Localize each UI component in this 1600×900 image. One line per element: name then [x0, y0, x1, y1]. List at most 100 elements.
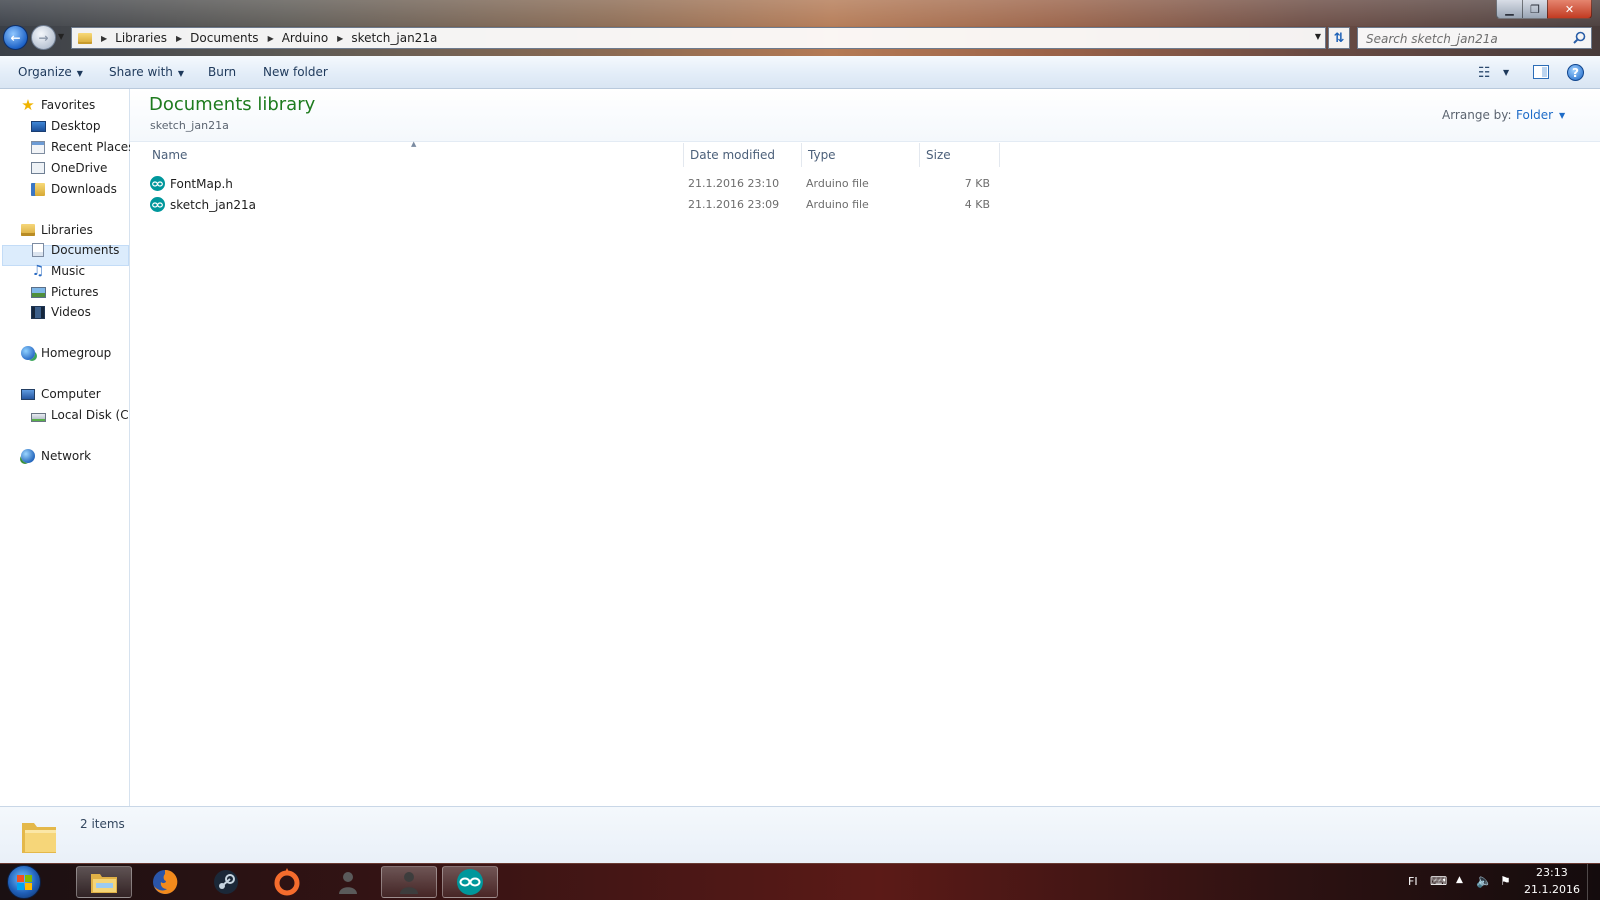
arrange-by-dropdown[interactable]: Folder: [1516, 108, 1553, 122]
volume-icon[interactable]: 🔈: [1476, 874, 1492, 889]
search-box[interactable]: [1357, 27, 1592, 50]
recent-places-icon: [30, 139, 46, 155]
column-header-date-modified[interactable]: Date modified: [684, 143, 802, 167]
nav-item-recent-places[interactable]: Recent Places: [30, 137, 134, 157]
column-header-label: Size: [926, 148, 951, 162]
taskbar-steam[interactable]: [198, 866, 254, 898]
homegroup-icon: [20, 345, 36, 361]
keyboard-icon[interactable]: ⌨: [1430, 874, 1447, 888]
file-date-modified: 21.1.2016 23:09: [688, 198, 780, 211]
nav-item-computer[interactable]: Computer: [20, 384, 101, 404]
breadcrumb-arrow-icon[interactable]: ▶: [337, 34, 343, 43]
library-header: Documents library sketch_jan21a Arrange …: [130, 89, 1600, 142]
search-icon[interactable]: [1573, 31, 1586, 44]
nav-item-videos[interactable]: Videos: [30, 302, 91, 322]
recent-pages-button[interactable]: ▼: [58, 32, 67, 42]
nav-item-desktop[interactable]: Desktop: [30, 116, 101, 136]
nav-item-favorites[interactable]: ★ Favorites: [20, 95, 95, 115]
taskbar-user-app[interactable]: [320, 866, 376, 898]
share-with-button[interactable]: Share with ▼: [109, 65, 184, 79]
search-input[interactable]: [1364, 28, 1568, 50]
column-header-name[interactable]: Name: [146, 143, 684, 167]
clock-time[interactable]: 23:13: [1536, 866, 1568, 879]
breadcrumb-arrow-icon[interactable]: ▶: [268, 34, 274, 43]
desktop-icon: [30, 118, 46, 134]
back-button[interactable]: ←: [3, 25, 28, 50]
star-icon: ★: [21, 96, 35, 114]
burn-button[interactable]: Burn: [208, 65, 236, 79]
show-hidden-icons-icon[interactable]: ▲: [1456, 875, 1463, 885]
taskbar-origin[interactable]: [259, 866, 315, 898]
libraries-icon: [20, 222, 36, 238]
file-name-cell[interactable]: FontMap.h: [150, 173, 233, 194]
nav-item-network[interactable]: Network: [20, 446, 91, 466]
windows-logo-icon: [17, 883, 24, 890]
user-silhouette-icon: [400, 872, 418, 894]
taskbar-explorer[interactable]: [76, 866, 132, 898]
breadcrumb-sketch[interactable]: sketch_jan21a: [351, 31, 437, 45]
column-header-type[interactable]: Type: [802, 143, 920, 167]
taskbar-user-app-2[interactable]: [381, 866, 437, 898]
nav-label: Desktop: [51, 119, 101, 133]
taskbar: FI ⌨ ▲ 🔈 ⚑ 23:13 21.1.2016: [0, 863, 1600, 900]
nav-item-documents[interactable]: Documents: [30, 240, 119, 260]
nav-item-music[interactable]: ♫ Music: [30, 261, 85, 281]
column-header-size[interactable]: Size: [920, 143, 1000, 167]
videos-icon: [30, 304, 46, 320]
chevron-down-icon[interactable]: ▼: [1559, 111, 1565, 120]
start-button[interactable]: [7, 865, 41, 899]
view-options-chevron-icon[interactable]: ▼: [1503, 68, 1509, 77]
minimize-button[interactable]: ▁: [1496, 0, 1523, 19]
details-pane: 2 items: [0, 806, 1600, 863]
item-count: 2 items: [80, 817, 125, 831]
breadcrumb-arduino[interactable]: Arduino: [282, 31, 328, 45]
taskbar-arduino[interactable]: [442, 866, 498, 898]
file-list-pane: Documents library sketch_jan21a Arrange …: [130, 89, 1600, 806]
file-type: Arduino file: [806, 177, 869, 190]
language-indicator[interactable]: FI: [1408, 875, 1418, 888]
nav-item-local-disk[interactable]: Local Disk (C:): [30, 405, 137, 425]
breadcrumb-libraries[interactable]: Libraries: [115, 31, 167, 45]
change-view-button[interactable]: ☷: [1478, 65, 1491, 81]
documents-icon: [30, 242, 46, 258]
arduino-file-icon: [150, 176, 165, 191]
restore-icon: ❐: [1530, 2, 1540, 16]
file-date-modified: 21.1.2016 23:10: [688, 177, 780, 190]
breadcrumb-arrow-icon[interactable]: ▶: [101, 34, 107, 43]
chevron-down-icon: ▼: [177, 69, 185, 78]
address-history-dropdown-icon[interactable]: ▼: [1315, 32, 1321, 41]
breadcrumb-documents[interactable]: Documents: [190, 31, 258, 45]
preview-pane-button[interactable]: [1533, 65, 1549, 79]
steam-icon: [214, 870, 238, 894]
show-desktop-button[interactable]: [1587, 864, 1600, 900]
nav-label: Documents: [51, 243, 120, 257]
nav-item-pictures[interactable]: Pictures: [30, 282, 99, 302]
help-button[interactable]: ?: [1567, 64, 1584, 81]
taskbar-firefox[interactable]: [137, 866, 193, 898]
file-row[interactable]: sketch_jan21a 21.1.2016 23:09 Arduino fi…: [146, 194, 1141, 215]
file-row[interactable]: FontMap.h 21.1.2016 23:10 Arduino file 7…: [146, 173, 1141, 194]
maximize-button[interactable]: ❐: [1522, 0, 1548, 19]
column-header-label: Date modified: [690, 148, 776, 162]
minimize-icon: ▁: [1505, 2, 1514, 16]
file-name-cell[interactable]: sketch_jan21a: [150, 194, 256, 215]
nav-item-downloads[interactable]: Downloads: [30, 179, 117, 199]
action-center-flag-icon[interactable]: ⚑: [1500, 874, 1511, 888]
close-button[interactable]: ✕: [1547, 0, 1592, 19]
new-folder-button[interactable]: New folder: [263, 65, 328, 79]
organize-button[interactable]: Organize ▼: [18, 65, 83, 79]
arrange-by-label: Arrange by:: [1442, 108, 1512, 122]
address-bar[interactable]: ▶ Libraries ▶ Documents ▶ Arduino ▶ sket…: [71, 27, 1326, 49]
share-with-label: Share with: [109, 65, 173, 79]
nav-item-libraries[interactable]: Libraries: [20, 220, 93, 240]
command-bar: Organize ▼ Share with ▼ Burn New folder ☷ …: [0, 56, 1600, 89]
forward-button[interactable]: →: [31, 25, 56, 50]
nav-label: Videos: [51, 305, 91, 319]
nav-item-homegroup[interactable]: Homegroup: [20, 343, 111, 363]
refresh-button[interactable]: ⇅: [1328, 27, 1350, 49]
clock-date[interactable]: 21.1.2016: [1524, 883, 1580, 896]
explorer-folder-icon: [91, 874, 117, 893]
nav-item-onedrive[interactable]: OneDrive: [30, 158, 107, 178]
help-icon: ?: [1572, 65, 1579, 80]
breadcrumb-arrow-icon[interactable]: ▶: [176, 34, 182, 43]
